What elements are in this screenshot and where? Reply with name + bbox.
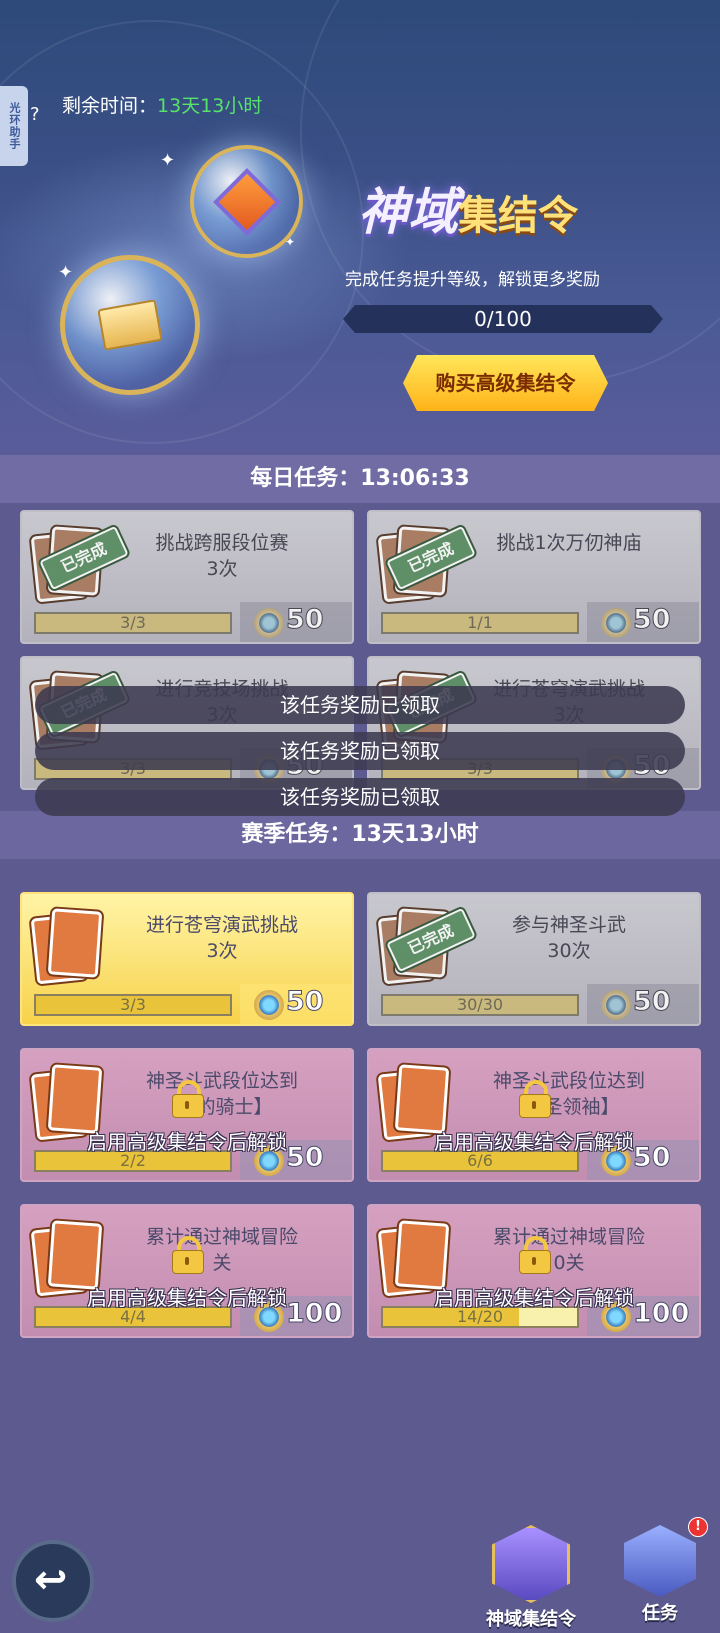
notification-badge: ! <box>688 1517 708 1537</box>
unlock-requirement: 启用高级集结令后解锁 <box>87 1130 287 1154</box>
question-icon[interactable]: ? <box>30 104 40 125</box>
task-title: 参与神圣斗武 30次 <box>511 914 626 962</box>
reward-amount: 50 <box>633 604 672 636</box>
back-arrow-icon: ↩ <box>34 1557 68 1603</box>
coin-icon <box>601 608 631 638</box>
back-button[interactable]: ↩ <box>12 1540 94 1622</box>
task-cards-icon <box>377 1218 450 1297</box>
sparkle-icon: ✦ <box>285 235 296 249</box>
event-title: 神域集结令 <box>358 172 578 244</box>
task-progress-text: 30/30 <box>456 995 504 1014</box>
task-card[interactable]: 累计通过神域冒险 关 4/4 100 启用高级集结令后解锁 <box>20 1204 354 1338</box>
reward-amount: 50 <box>633 986 672 1018</box>
unlock-requirement: 启用高级集结令后解锁 <box>434 1130 634 1154</box>
task-progress-text: 3/3 <box>120 613 146 632</box>
task-reward: 50 <box>240 984 352 1024</box>
nav-item-tasks-label: 任务 <box>642 1603 678 1624</box>
task-title: 挑战跨服段位赛 3次 <box>155 532 289 580</box>
task-card[interactable]: 神圣斗武段位达到 【 的骑士】2/250启用高级集结令后解锁 <box>20 1048 354 1182</box>
coin-icon <box>254 990 284 1020</box>
reward-amount: 50 <box>286 986 325 1018</box>
lock-icon <box>519 1236 551 1274</box>
sparkle-icon: ✦ <box>58 262 74 283</box>
task-cards-icon <box>30 1062 103 1141</box>
task-progress-bar: 30/30 <box>381 994 579 1016</box>
nav-item-tasks[interactable]: 任务 <box>605 1525 715 1625</box>
nav-item-pass-label: 神域集结令 <box>486 1609 576 1630</box>
task-reward: 50 <box>587 602 699 642</box>
remaining-time: 剩余时间：13天13小时 <box>62 92 292 120</box>
level-progress-bar: 0/100 <box>343 305 663 333</box>
task-title: 累计通过神域冒险 关 <box>145 1226 298 1274</box>
remaining-time-value: 13天13小时 <box>157 95 263 117</box>
remaining-time-label: 剩余时间： <box>62 95 158 117</box>
task-title: 挑战1次万仞神庙 <box>496 532 642 554</box>
task-progress-bar: 3/3 <box>34 994 232 1016</box>
reward-amount: 50 <box>286 604 325 636</box>
helper-side-tab[interactable]: 光环助手 <box>0 86 28 166</box>
task-card[interactable]: 神圣斗武段位达到 【 圣领袖】6/650启用高级集结令后解锁 <box>367 1048 701 1182</box>
emblem-icon <box>492 1525 570 1603</box>
task-reward: 50 <box>240 602 352 642</box>
task-card[interactable]: 进行苍穹演武挑战 3次 3/3 50 <box>20 892 354 1026</box>
season-tasks-header: 赛季任务：13天13小时 <box>0 811 720 859</box>
task-cards-icon <box>30 1218 103 1297</box>
lock-icon <box>172 1080 204 1118</box>
task-title: 神圣斗武段位达到 【 的骑士】 <box>145 1070 298 1118</box>
task-progress-bar: 3/3 <box>34 612 232 634</box>
task-card[interactable]: 累计通过神域冒险 0关 14/20 100 启用高级集结令后解锁 <box>367 1204 701 1338</box>
event-title-main: 神域 <box>358 183 458 241</box>
scroll-orb-icon <box>60 255 200 395</box>
buy-advanced-pass-button[interactable]: 购买高级集结令 <box>403 355 608 411</box>
lock-icon <box>172 1236 204 1274</box>
task-card[interactable]: 挑战1次万仞神庙 1/1 50 已完成 <box>367 510 701 644</box>
task-reward: 50 <box>587 984 699 1024</box>
task-progress-bar: 1/1 <box>381 612 579 634</box>
event-subtitle: 完成任务提升等级，解锁更多奖励 <box>345 270 600 290</box>
toast-message: 该任务奖励已领取 <box>35 732 685 770</box>
task-progress-text: 3/3 <box>120 995 146 1014</box>
task-title: 累计通过神域冒险 0关 <box>492 1226 645 1274</box>
coin-icon <box>601 990 631 1020</box>
unlock-requirement: 启用高级集结令后解锁 <box>87 1286 287 1310</box>
task-title: 进行苍穹演武挑战 3次 <box>145 914 298 962</box>
daily-tasks-header: 每日任务：13:06:33 <box>0 455 720 503</box>
unlock-requirement: 启用高级集结令后解锁 <box>434 1286 634 1310</box>
toast-message: 该任务奖励已领取 <box>35 778 685 816</box>
task-progress-text: 1/1 <box>467 613 493 632</box>
task-card[interactable]: 挑战跨服段位赛 3次 3/3 50 已完成 <box>20 510 354 644</box>
sparkle-icon: ✦ <box>160 150 176 171</box>
lock-icon <box>519 1080 551 1118</box>
task-card[interactable]: 参与神圣斗武 30次 30/30 50 已完成 <box>367 892 701 1026</box>
toast-message: 该任务奖励已领取 <box>35 686 685 724</box>
task-cards-icon <box>30 906 103 985</box>
coin-icon <box>254 608 284 638</box>
task-title: 神圣斗武段位达到 【 圣领袖】 <box>492 1070 645 1118</box>
event-title-sub: 集结令 <box>458 193 578 239</box>
nav-item-pass[interactable]: 神域集结令 <box>476 1525 586 1630</box>
task-cards-icon <box>377 1062 450 1141</box>
task-scroll-icon <box>624 1525 696 1597</box>
